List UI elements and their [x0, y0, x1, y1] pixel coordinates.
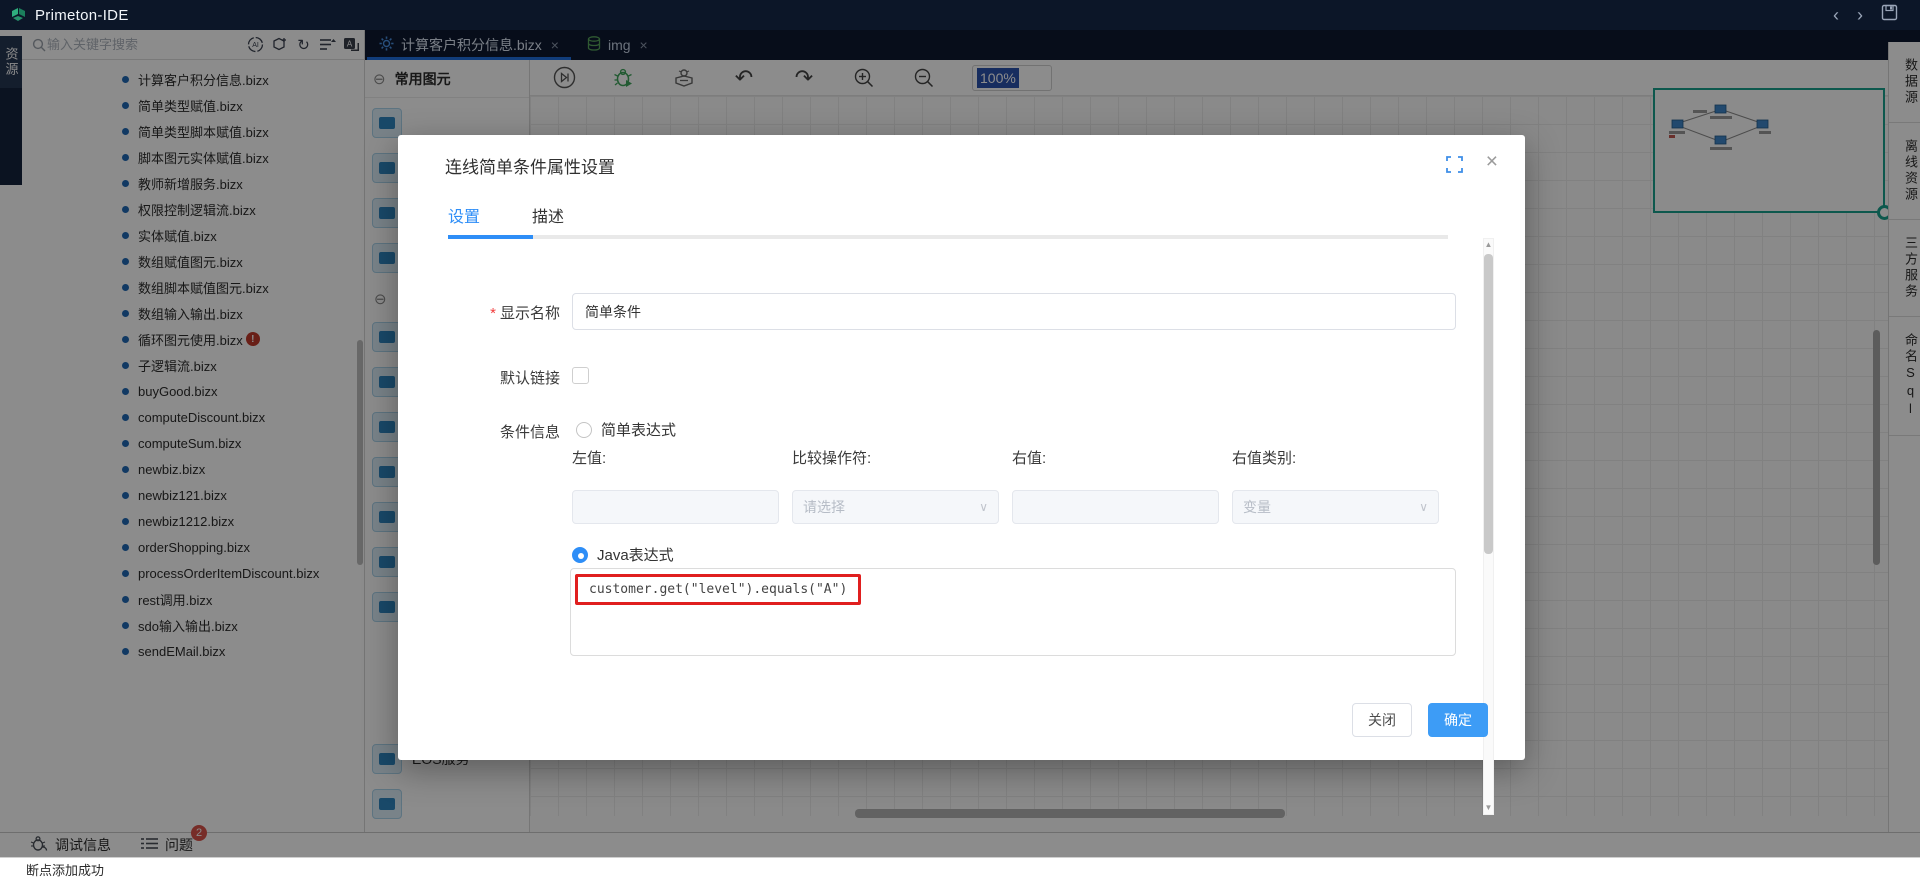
java-expression-code: customer.get("level").equals("A")	[589, 582, 847, 597]
simple-expression-radio[interactable]	[576, 422, 592, 438]
close-button[interactable]: 关闭	[1352, 703, 1412, 737]
java-expression-textarea[interactable]: customer.get("level").equals("A")	[570, 568, 1456, 656]
display-name-input[interactable]	[572, 293, 1456, 330]
app-logo-icon	[10, 7, 27, 23]
operator-select[interactable]: 请选择 ∨	[792, 490, 999, 524]
left-value-input[interactable]	[572, 490, 779, 524]
chevron-down-icon: ∨	[1419, 500, 1428, 514]
right-value-label: 右值:	[1012, 447, 1219, 468]
default-link-checkbox[interactable]	[572, 367, 589, 384]
scroll-up-icon[interactable]: ▲	[1485, 239, 1493, 251]
java-expression-label: Java表达式	[597, 544, 674, 565]
status-message: 断点添加成功	[26, 860, 104, 879]
scrollbar-thumb[interactable]	[1484, 254, 1493, 554]
close-icon[interactable]: ×	[1486, 150, 1498, 174]
dialog-tab-settings[interactable]: 设置	[448, 203, 480, 239]
left-value-label: 左值:	[572, 447, 779, 468]
dialog-title: 连线简单条件属性设置	[445, 153, 615, 178]
required-asterisk: *	[490, 305, 496, 322]
simple-expression-label: 简单表达式	[601, 419, 676, 440]
status-bar: 断点添加成功	[0, 857, 1920, 880]
right-value-type-label: 右值类别:	[1232, 447, 1439, 468]
tab-track	[448, 235, 1448, 239]
right-value-type-select[interactable]: 变量 ∨	[1232, 490, 1439, 524]
fullscreen-icon[interactable]	[1446, 156, 1463, 173]
java-expression-radio[interactable]	[572, 547, 588, 563]
expression-highlight-box: customer.get("level").equals("A")	[575, 574, 861, 605]
condition-info-label: 条件信息	[440, 421, 560, 442]
app-title: Primeton-IDE	[35, 7, 129, 24]
operator-label: 比较操作符:	[792, 447, 999, 468]
display-name-label: *显示名称	[440, 302, 560, 323]
scroll-down-icon[interactable]: ▼	[1485, 802, 1493, 814]
link-condition-dialog: 连线简单条件属性设置 × 设置 描述 *显示名称 默认链接 条件信息 简单表达式…	[398, 135, 1525, 760]
app-window: Primeton-IDE ‹ › 资源 AI	[0, 0, 1920, 880]
nav-back-icon[interactable]: ‹	[1833, 6, 1839, 24]
chevron-down-icon: ∨	[979, 500, 988, 514]
right-value-input[interactable]	[1012, 490, 1219, 524]
nav-forward-icon[interactable]: ›	[1857, 6, 1863, 24]
title-bar: Primeton-IDE ‹ ›	[0, 0, 1920, 30]
save-icon[interactable]	[1881, 4, 1898, 26]
dialog-tab-description[interactable]: 描述	[532, 203, 564, 239]
default-link-label: 默认链接	[440, 367, 560, 388]
confirm-button[interactable]: 确定	[1428, 703, 1488, 737]
